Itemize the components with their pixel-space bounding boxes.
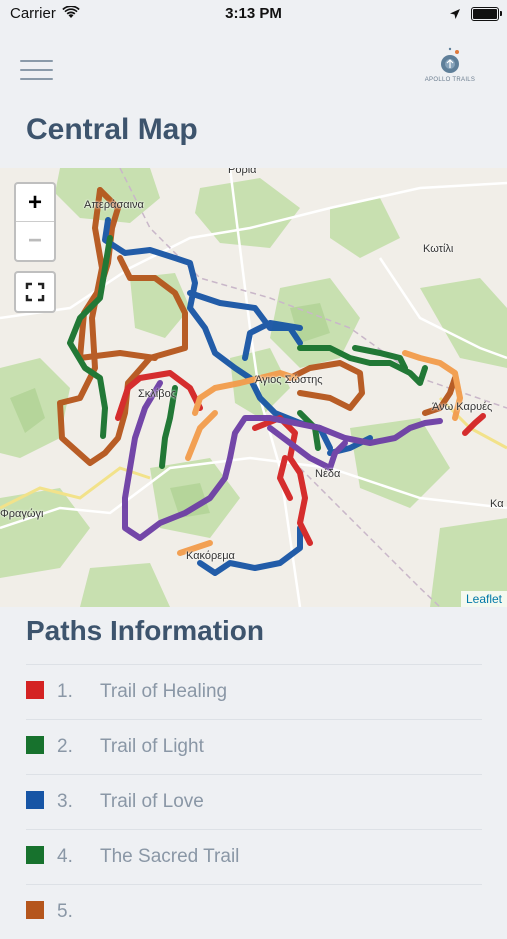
paths-section-title: Paths Information xyxy=(26,615,265,646)
path-color-swatch xyxy=(26,736,44,754)
zoom-out-button[interactable]: − xyxy=(16,221,54,259)
place-label: Κακόρεμα xyxy=(186,550,235,562)
path-name: Trail of Healing xyxy=(100,681,228,702)
path-number: 3. xyxy=(57,791,73,812)
menu-icon[interactable] xyxy=(20,60,53,82)
zoom-in-button[interactable]: + xyxy=(16,184,54,221)
status-time: 3:13 PM xyxy=(225,5,282,22)
paths-list: 1. Trail of Healing 2. Trail of Light 3.… xyxy=(26,664,482,939)
place-label: Κωτίλι xyxy=(423,243,454,255)
apollo-trails-logo: APOLLO TRAILS xyxy=(420,46,480,92)
place-label: Κα xyxy=(490,498,504,510)
place-label: Νέδα xyxy=(315,468,341,480)
place-label: Φραγώγι xyxy=(0,508,44,520)
place-label: Απεράσαινα xyxy=(84,199,144,211)
place-label: Άγιος Σώστης xyxy=(255,374,323,386)
path-color-swatch xyxy=(26,791,44,809)
path-number: 5. xyxy=(57,901,73,922)
path-name: The Sacred Trail xyxy=(100,846,240,867)
path-row-5[interactable]: 5. xyxy=(26,884,482,939)
path-number: 2. xyxy=(57,736,73,757)
path-color-swatch xyxy=(26,681,44,699)
leaflet-attribution-link[interactable]: Leaflet xyxy=(460,591,507,607)
path-color-swatch xyxy=(26,901,44,919)
fullscreen-button[interactable] xyxy=(14,271,56,313)
path-row-2[interactable]: 2. Trail of Light xyxy=(26,719,482,774)
path-number: 1. xyxy=(57,681,73,702)
path-row-1[interactable]: 1. Trail of Healing xyxy=(26,664,482,719)
path-row-4[interactable]: 4. The Sacred Trail xyxy=(26,829,482,884)
status-bar: Carrier 3:13 PM xyxy=(0,0,507,26)
battery-icon xyxy=(471,7,502,21)
place-label: Άνω Καρυές xyxy=(432,401,493,413)
place-label: Σκλίβος xyxy=(138,388,176,400)
fullscreen-icon xyxy=(25,282,45,302)
page-title: Central Map xyxy=(26,113,198,146)
zoom-control: + − xyxy=(14,182,56,262)
path-number: 4. xyxy=(57,846,73,867)
path-name: Trail of Light xyxy=(100,736,204,757)
path-row-3[interactable]: 3. Trail of Love xyxy=(26,774,482,829)
place-label: Ρόρια xyxy=(228,168,257,176)
path-name: Trail of Love xyxy=(100,791,204,812)
path-color-swatch xyxy=(26,846,44,864)
location-arrow-icon xyxy=(449,7,461,25)
logo-text: APOLLO TRAILS xyxy=(424,77,476,83)
trail-map[interactable]: Ρόρια Απεράσαινα Κωτίλι Άγιος Σώστης Σκλ… xyxy=(0,168,507,607)
map-tiles xyxy=(0,168,507,607)
